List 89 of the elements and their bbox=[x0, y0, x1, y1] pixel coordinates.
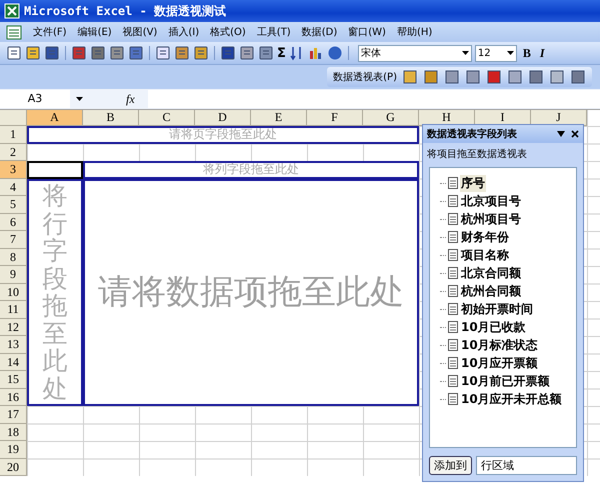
active-cell[interactable] bbox=[27, 161, 83, 178]
row-header[interactable]: 6 bbox=[0, 214, 27, 231]
menu-item[interactable]: 视图(V) bbox=[122, 25, 158, 39]
field-icon bbox=[448, 177, 458, 189]
menu-item[interactable]: 帮助(H) bbox=[396, 25, 432, 39]
row-header[interactable]: 4 bbox=[0, 178, 27, 196]
field-icon bbox=[448, 213, 458, 225]
menu-item[interactable]: 格式(O) bbox=[210, 25, 246, 39]
column-field-drop-area: 将列字段拖至此处 bbox=[83, 161, 419, 178]
panel-menu-icon[interactable] bbox=[557, 131, 565, 137]
row-header[interactable]: 7 bbox=[0, 231, 27, 248]
field-item[interactable]: 财务年份 bbox=[460, 228, 510, 246]
panel-title: 数据透视表字段列表 bbox=[427, 127, 517, 141]
row-header[interactable]: 3 bbox=[0, 161, 27, 178]
field-icon bbox=[448, 285, 458, 297]
area-dropdown[interactable]: 行区域 bbox=[476, 456, 577, 475]
field-icon bbox=[448, 357, 458, 369]
window-title: Microsoft Excel - 数据透视测试 bbox=[24, 2, 226, 20]
dropdown-arrow-icon[interactable] bbox=[462, 51, 469, 55]
row-header[interactable]: 5 bbox=[0, 196, 27, 214]
dropdown-arrow-icon[interactable] bbox=[506, 51, 514, 55]
name-box[interactable]: A3 bbox=[0, 90, 70, 108]
row-header[interactable]: 17 bbox=[0, 406, 27, 424]
autosum-button[interactable]: Σ bbox=[277, 46, 286, 60]
menu-item[interactable]: 文件(F) bbox=[33, 25, 67, 39]
menu-item[interactable]: 工具(T) bbox=[256, 25, 291, 39]
formula-field[interactable] bbox=[148, 90, 600, 108]
field-item[interactable]: 10月应开票额 bbox=[460, 354, 539, 372]
menu-item[interactable]: 编辑(E) bbox=[78, 25, 112, 39]
field-icon bbox=[448, 393, 458, 405]
font-field[interactable]: 宋体 bbox=[358, 44, 472, 62]
row-header[interactable]: 15 bbox=[0, 371, 27, 388]
row-header[interactable]: 2 bbox=[0, 144, 27, 161]
field-icon bbox=[448, 321, 458, 333]
column-header[interactable]: A bbox=[27, 110, 83, 126]
insert-function-button[interactable]: fx bbox=[126, 92, 148, 106]
field-item[interactable]: 序号 bbox=[460, 174, 486, 192]
help-icon[interactable] bbox=[326, 45, 343, 61]
row-header[interactable]: 13 bbox=[0, 336, 27, 354]
row-header[interactable]: 1 bbox=[0, 126, 27, 144]
field-icon bbox=[448, 267, 458, 279]
column-header[interactable]: C bbox=[139, 110, 195, 126]
field-item[interactable]: 项目名称 bbox=[460, 246, 510, 264]
menu-item[interactable]: 插入(I) bbox=[168, 25, 200, 39]
column-header[interactable]: D bbox=[195, 110, 251, 126]
add-to-button[interactable]: 添加到 bbox=[429, 456, 472, 475]
column-header[interactable]: G bbox=[363, 110, 419, 126]
dropdown-arrow-icon[interactable] bbox=[76, 97, 83, 101]
page-field-drop-area: 请将页字段拖至此处 bbox=[27, 126, 419, 144]
pivot-table-menu[interactable]: 数据透视表(P) bbox=[333, 70, 397, 84]
workbook-icon[interactable] bbox=[6, 24, 22, 40]
row-header[interactable]: 10 bbox=[0, 284, 27, 301]
field-item[interactable]: 10月前已开票额 bbox=[460, 372, 551, 390]
row-header[interactable]: 18 bbox=[0, 424, 27, 441]
row-header[interactable]: 16 bbox=[0, 388, 27, 406]
field-icon bbox=[448, 231, 458, 243]
field-icon bbox=[448, 195, 458, 207]
field-icon bbox=[448, 249, 458, 261]
field-icon bbox=[448, 303, 458, 315]
row-header[interactable]: 12 bbox=[0, 318, 27, 336]
italic-button[interactable]: I bbox=[536, 46, 548, 60]
close-icon[interactable] bbox=[571, 130, 579, 138]
menu-item[interactable]: 窗口(W) bbox=[348, 25, 386, 39]
row-header[interactable]: 19 bbox=[0, 441, 27, 458]
row-header[interactable]: 9 bbox=[0, 266, 27, 284]
column-header[interactable]: B bbox=[83, 110, 139, 126]
font-size-field[interactable]: 12 bbox=[474, 44, 517, 62]
data-item-drop-area: 请将数据项拖至此处 bbox=[98, 269, 404, 316]
row-field-drop-area: 将行字段拖至此处 bbox=[42, 182, 68, 402]
row-header[interactable]: 8 bbox=[0, 248, 27, 266]
field-item[interactable]: 10月标准状态 bbox=[460, 336, 539, 354]
field-item[interactable]: 北京项目号 bbox=[460, 192, 522, 210]
field-icon bbox=[448, 339, 458, 351]
column-header[interactable]: F bbox=[307, 110, 363, 126]
field-icon bbox=[448, 375, 458, 387]
field-item[interactable]: 杭州项目号 bbox=[460, 210, 522, 228]
field-item[interactable]: 初始开票时间 bbox=[460, 300, 534, 318]
excel-logo-icon bbox=[4, 3, 20, 19]
field-item[interactable]: 10月已收款 bbox=[460, 318, 527, 336]
menu-item[interactable]: 数据(D) bbox=[302, 25, 338, 39]
column-header[interactable]: E bbox=[251, 110, 307, 126]
field-item[interactable]: 10月应开未开总额 bbox=[460, 390, 563, 408]
bold-button[interactable]: B bbox=[520, 46, 534, 60]
row-header[interactable]: 11 bbox=[0, 301, 27, 318]
row-header[interactable]: 14 bbox=[0, 354, 27, 371]
field-item[interactable]: 杭州合同额 bbox=[460, 282, 522, 300]
panel-hint: 将项目拖至数据透视表 bbox=[426, 148, 528, 162]
field-item[interactable]: 北京合同额 bbox=[460, 264, 522, 282]
row-header[interactable]: 20 bbox=[0, 458, 27, 476]
